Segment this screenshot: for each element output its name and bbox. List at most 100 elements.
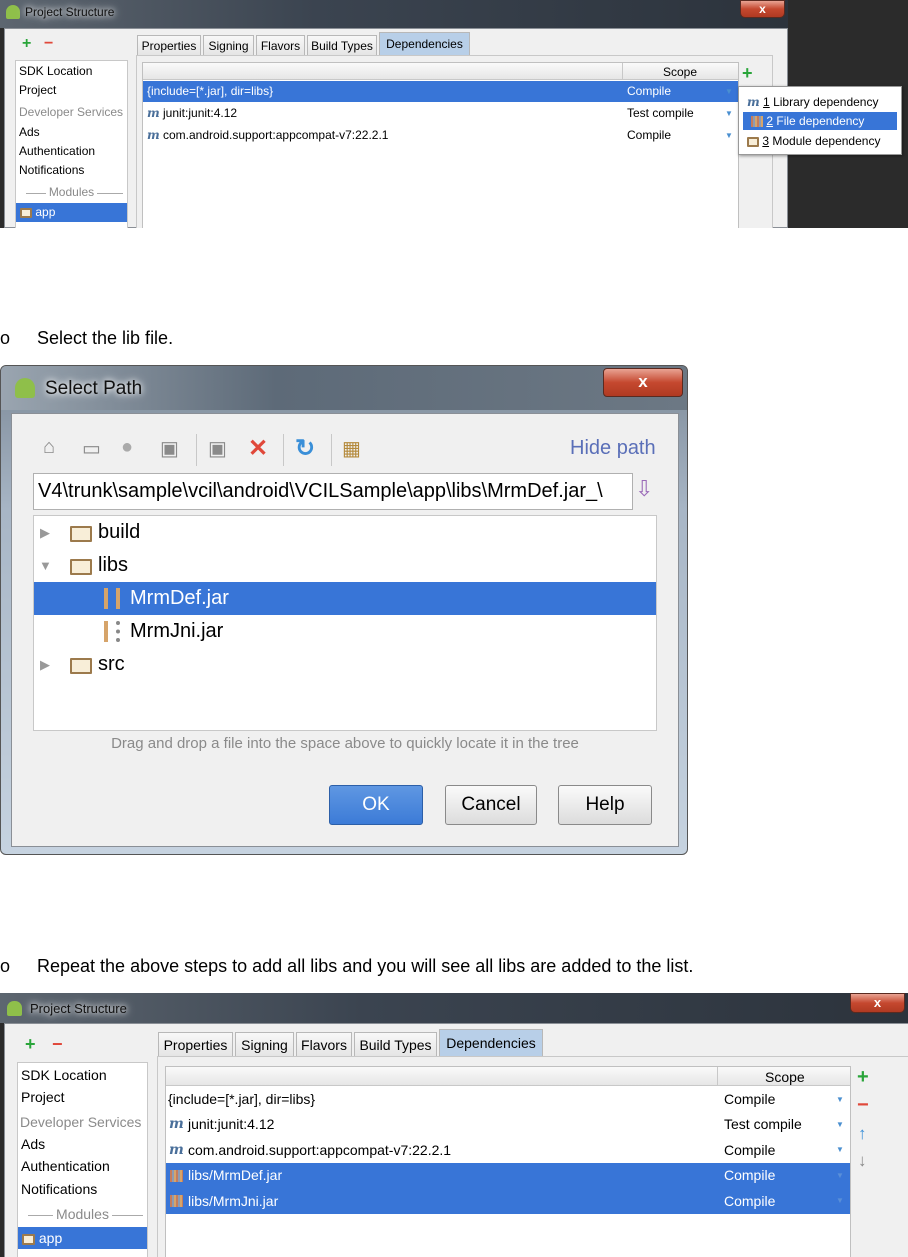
tab-build-types[interactable]: Build Types [307, 35, 377, 56]
sidebar-item-ads[interactable]: Ads [21, 1136, 147, 1152]
desktop-icon[interactable]: ▭ [82, 436, 101, 461]
scope-dropdown-icon[interactable]: ▼ [836, 1087, 844, 1112]
sidebar-item-app[interactable]: app [18, 1227, 147, 1249]
tab-dependencies[interactable]: Dependencies [379, 32, 470, 56]
tab-properties[interactable]: Properties [137, 35, 201, 56]
tab-signing[interactable]: Signing [235, 1032, 294, 1057]
step-text: Repeat the above steps to add all libs a… [37, 956, 694, 976]
scope-dropdown-icon[interactable]: ▼ [725, 81, 733, 102]
refresh-icon[interactable]: ↻ [295, 434, 315, 463]
toolbar-divider [283, 434, 284, 466]
window-title: Project Structure [25, 5, 115, 19]
remove-dependency-icon[interactable]: − [857, 1094, 869, 1117]
sidebar: SDK Location Project Developer Services … [17, 1062, 148, 1257]
scope-dropdown-icon[interactable]: ▼ [725, 103, 733, 124]
sidebar-item-sdk-location[interactable]: SDK Location [19, 64, 127, 78]
expand-arrow-icon[interactable]: ▶ [40, 648, 50, 681]
jar-icon [104, 621, 120, 642]
tab-properties[interactable]: Properties [158, 1032, 233, 1057]
menu-item-library-dependency[interactable]: m 1 Library dependency [739, 93, 901, 111]
home-icon[interactable]: ⌂ [43, 436, 55, 459]
menu-item-module-dependency[interactable]: 3 Module dependency [739, 132, 901, 150]
hide-path-link[interactable]: Hide path [570, 437, 656, 460]
tab-flavors[interactable]: Flavors [256, 35, 305, 56]
expand-arrow-icon[interactable]: ▶ [40, 516, 50, 549]
new-folder-icon[interactable]: ▣ [208, 436, 227, 461]
path-input[interactable] [33, 473, 633, 510]
menu-item-file-dependency[interactable]: 2 File dependency [743, 112, 897, 130]
ok-button[interactable]: OK [329, 785, 423, 825]
tree-item-src[interactable]: ▶ src [34, 648, 656, 681]
tree-item-mrmdef-jar[interactable]: MrmDef.jar [34, 582, 656, 615]
sidebar-item-notifications[interactable]: Notifications [21, 1181, 147, 1197]
show-hidden-icon[interactable]: ▦ [342, 436, 361, 461]
table-row[interactable]: {include=[*.jar], dir=libs} Compile ▼ [143, 81, 738, 102]
toolbar-divider [196, 434, 197, 466]
jar-icon [751, 116, 763, 128]
project-icon[interactable]: ● [121, 436, 133, 459]
project-structure-screenshot-2: Project Structure x + − SDK Location Pro… [0, 993, 908, 1257]
tab-flavors[interactable]: Flavors [296, 1032, 352, 1057]
module-folder-icon[interactable]: ▣ [160, 436, 179, 461]
tree-item-mrmjni-jar[interactable]: MrmJni.jar [34, 615, 656, 648]
jar-icon [170, 1170, 183, 1182]
scope-dropdown-icon[interactable]: ▼ [836, 1163, 844, 1188]
scope-dropdown-icon[interactable]: ▼ [836, 1112, 844, 1137]
add-dependency-icon[interactable]: + [857, 1066, 869, 1089]
move-down-icon[interactable]: ↓ [858, 1151, 867, 1171]
table-row[interactable]: m junit:junit:4.12 Test compile ▼ [166, 1112, 850, 1137]
move-up-icon[interactable]: ↑ [858, 1124, 867, 1144]
download-path-icon[interactable]: ⇩ [635, 476, 653, 502]
maven-icon: m [169, 1142, 184, 1158]
close-button[interactable]: x [850, 993, 905, 1013]
table-row[interactable]: {include=[*.jar], dir=libs} Compile ▼ [166, 1087, 850, 1112]
table-row[interactable]: m com.android.support:appcompat-v7:22.2.1… [143, 125, 738, 146]
delete-icon[interactable]: ✕ [248, 434, 268, 463]
scope-dropdown-icon[interactable]: ▼ [836, 1137, 844, 1163]
add-icon[interactable]: + [25, 1034, 36, 1055]
sidebar-item-notifications[interactable]: Notifications [19, 163, 127, 177]
remove-icon[interactable]: − [44, 35, 53, 53]
sidebar-item-project[interactable]: Project [19, 83, 127, 97]
folder-icon [70, 559, 92, 575]
sidebar-item-authentication[interactable]: Authentication [19, 144, 127, 158]
tab-build-types[interactable]: Build Types [354, 1032, 437, 1057]
close-button[interactable]: x [740, 0, 785, 18]
folder-icon [70, 658, 92, 674]
scope-header: Scope [765, 1069, 805, 1085]
table-row[interactable]: m com.android.support:appcompat-v7:22.2.1… [166, 1137, 850, 1163]
dependencies-table: Scope {include=[*.jar], dir=libs} Compile… [142, 62, 739, 228]
android-logo-icon [15, 378, 35, 398]
add-icon[interactable]: + [22, 35, 31, 53]
window-title: Select Path [45, 378, 143, 399]
cancel-button[interactable]: Cancel [445, 785, 537, 825]
table-row[interactable]: m junit:junit:4.12 Test compile ▼ [143, 103, 738, 124]
tab-signing[interactable]: Signing [203, 35, 254, 56]
tree-item-libs[interactable]: ▼ libs [34, 549, 656, 582]
sidebar-item-project[interactable]: Project [21, 1089, 147, 1105]
table-row[interactable]: libs/MrmJni.jar Compile ▼ [166, 1188, 850, 1214]
folder-icon [70, 526, 92, 542]
table-row[interactable]: libs/MrmDef.jar Compile ▼ [166, 1163, 850, 1188]
scope-dropdown-icon[interactable]: ▼ [725, 125, 733, 146]
tab-dependencies[interactable]: Dependencies [439, 1029, 543, 1057]
tree-item-build[interactable]: ▶ build [34, 516, 656, 549]
add-dependency-icon[interactable]: + [742, 63, 753, 84]
select-path-screenshot: Select Path x ⌂ ▭ ● ▣ ▣ ✕ ↻ ▦ Hide path … [0, 365, 688, 855]
scope-dropdown-icon[interactable]: ▼ [836, 1188, 844, 1214]
close-button[interactable]: x [603, 368, 683, 397]
module-icon [747, 136, 759, 147]
table-header: Scope [143, 63, 738, 80]
sidebar-item-authentication[interactable]: Authentication [21, 1158, 147, 1174]
maven-icon: m [147, 128, 160, 142]
sidebar-item-app[interactable]: app [16, 203, 127, 222]
remove-icon[interactable]: − [52, 1034, 63, 1055]
help-button[interactable]: Help [558, 785, 652, 825]
maven-icon: m [169, 1116, 184, 1132]
sidebar-item-ads[interactable]: Ads [19, 125, 127, 139]
module-icon [22, 1233, 35, 1245]
table-header: Scope [166, 1067, 850, 1086]
sidebar: SDK Location Project Developer Services … [15, 60, 128, 228]
sidebar-item-sdk-location[interactable]: SDK Location [21, 1067, 147, 1083]
collapse-arrow-icon[interactable]: ▼ [39, 549, 52, 582]
